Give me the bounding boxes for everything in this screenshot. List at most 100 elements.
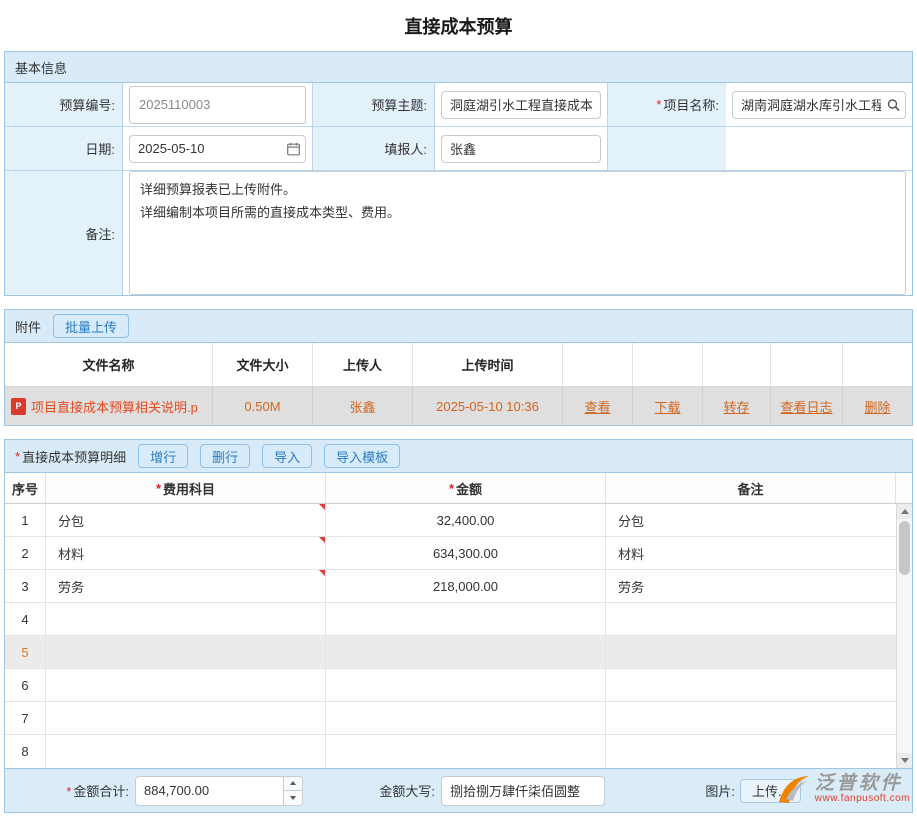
attachment-upload-time: 2025-05-10 10:36 (413, 387, 563, 425)
table-row-selected: 5 (5, 636, 896, 669)
total-amount-input[interactable] (135, 776, 303, 806)
basic-info-grid: 预算编号: 2025110003 预算主题: *项目名称: 日期: (5, 83, 912, 295)
view-log-link[interactable]: 查看日志 (780, 397, 832, 416)
amount-cell[interactable] (326, 603, 606, 635)
subject-cell[interactable] (46, 636, 326, 668)
add-row-button[interactable]: 增行 (138, 444, 188, 468)
subject-cell[interactable] (46, 735, 326, 768)
remark-cell[interactable]: 劳务 (606, 570, 896, 602)
remark-textarea[interactable]: 详细预算报表已上传附件。 详细编制本项目所需的直接成本类型、费用。 (129, 171, 906, 295)
remark-cell[interactable] (606, 636, 896, 668)
remark-cell[interactable] (606, 702, 896, 734)
budget-no-cell: 2025110003 (123, 83, 313, 127)
uppercase-amount-input[interactable] (441, 776, 605, 806)
remark-cell[interactable] (606, 735, 896, 768)
date-input[interactable] (129, 135, 306, 163)
delete-link[interactable]: 删除 (864, 397, 890, 416)
project-name-cell (726, 83, 912, 127)
col-subject: *费用科目 (46, 473, 326, 503)
row-index: 1 (5, 504, 46, 536)
col-file-size: 文件大小 (213, 343, 313, 387)
import-template-button[interactable]: 导入模板 (324, 444, 400, 468)
amount-cell[interactable]: 32,400.00 (326, 504, 606, 536)
table-row: 3 劳务 218,000.00 劳务 (5, 570, 896, 603)
amount-stepper (283, 777, 302, 805)
detail-title: * 直接成本预算明细 (15, 447, 126, 466)
download-link[interactable]: 下载 (654, 397, 680, 416)
amount-cell[interactable] (326, 735, 606, 768)
row-index: 8 (5, 735, 46, 768)
budget-subject-cell (435, 83, 608, 127)
col-scrollbar-spacer (896, 473, 912, 503)
detail-table-body: 1 分包 32,400.00 分包 2 材料 634,300.00 材料 3 劳… (5, 504, 912, 768)
detail-footer: *金额合计: 金额大写: 图片: 上传... 泛普软件 www.fanpusof… (5, 768, 912, 812)
save-as-link[interactable]: 转存 (723, 397, 749, 416)
delete-row-button[interactable]: 删行 (200, 444, 250, 468)
attachment-file-size: 0.50M (213, 387, 313, 425)
budget-subject-input[interactable] (441, 91, 601, 119)
subject-cell[interactable]: 材料 (46, 537, 326, 569)
attachment-file-link[interactable]: 项目直接成本预算相关说明.p (5, 387, 213, 425)
attachment-action-cell: 删除 (843, 387, 912, 425)
detail-table-header: 序号 *费用科目 *金额 备注 (5, 473, 912, 504)
col-file-name: 文件名称 (5, 343, 213, 387)
amount-cell[interactable] (326, 669, 606, 701)
scrollbar-thumb[interactable] (899, 521, 910, 575)
basic-info-section: 基本信息 预算编号: 2025110003 预算主题: *项目名称: 日期: (4, 51, 913, 296)
amount-cell[interactable]: 218,000.00 (326, 570, 606, 602)
remark-label: 备注: (5, 171, 123, 295)
scroll-up-icon[interactable] (897, 504, 912, 519)
amount-cell[interactable] (326, 702, 606, 734)
vertical-scrollbar[interactable] (896, 504, 912, 768)
image-label: 图片: (605, 781, 735, 800)
image-upload-button[interactable]: 上传... (740, 779, 801, 803)
detail-rows: 1 分包 32,400.00 分包 2 材料 634,300.00 材料 3 劳… (5, 504, 896, 768)
row-index: 7 (5, 702, 46, 734)
amount-cell[interactable]: 634,300.00 (326, 537, 606, 569)
stepper-up-icon[interactable] (284, 777, 302, 792)
attachments-section: 附件 批量上传 文件名称 文件大小 上传人 上传时间 项目直接成本预算相关说明.… (4, 309, 913, 426)
project-name-input[interactable] (732, 91, 906, 119)
attachment-action-cell: 下载 (633, 387, 703, 425)
uppercase-label: 金额大写: (303, 781, 435, 800)
col-upload-time: 上传时间 (413, 343, 563, 387)
remark-cell[interactable]: 分包 (606, 504, 896, 536)
filler-cell (435, 127, 608, 171)
detail-header: * 直接成本预算明细 增行 删行 导入 导入模板 (5, 440, 912, 473)
table-row: 1 分包 32,400.00 分包 (5, 504, 896, 537)
row-index: 4 (5, 603, 46, 635)
budget-no-label: 预算编号: (5, 83, 123, 127)
attachments-table: 文件名称 文件大小 上传人 上传时间 项目直接成本预算相关说明.p 0.50M … (5, 343, 912, 425)
subject-cell[interactable]: 分包 (46, 504, 326, 536)
calendar-icon[interactable] (287, 142, 300, 155)
pdf-file-icon (11, 398, 26, 415)
filler-input[interactable] (441, 135, 601, 163)
amount-cell[interactable] (326, 636, 606, 668)
import-button[interactable]: 导入 (262, 444, 312, 468)
remark-cell[interactable] (606, 669, 896, 701)
date-label: 日期: (5, 127, 123, 171)
stepper-down-icon[interactable] (284, 791, 302, 805)
table-row: 2 材料 634,300.00 材料 (5, 537, 896, 570)
subject-cell[interactable] (46, 669, 326, 701)
col-amount: *金额 (326, 473, 606, 503)
empty-label-cell (608, 127, 726, 171)
attachments-title: 附件 (15, 317, 41, 336)
search-icon[interactable] (887, 98, 900, 111)
basic-info-header: 基本信息 (5, 52, 912, 83)
detail-section: * 直接成本预算明细 增行 删行 导入 导入模板 序号 *费用科目 *金额 备注… (4, 439, 913, 813)
subject-cell[interactable] (46, 603, 326, 635)
scroll-down-icon[interactable] (897, 753, 912, 768)
table-row: 7 (5, 702, 896, 735)
budget-subject-label: 预算主题: (313, 83, 435, 127)
vendor-url: www.fanpusoft.com (815, 794, 910, 805)
batch-upload-button[interactable]: 批量上传 (53, 314, 129, 338)
basic-info-title: 基本信息 (15, 58, 67, 77)
remark-cell[interactable]: 材料 (606, 537, 896, 569)
subject-cell[interactable] (46, 702, 326, 734)
scrollbar-track[interactable] (897, 519, 912, 753)
subject-cell[interactable]: 劳务 (46, 570, 326, 602)
view-link[interactable]: 查看 (584, 397, 610, 416)
remark-cell[interactable] (606, 603, 896, 635)
row-index: 3 (5, 570, 46, 602)
